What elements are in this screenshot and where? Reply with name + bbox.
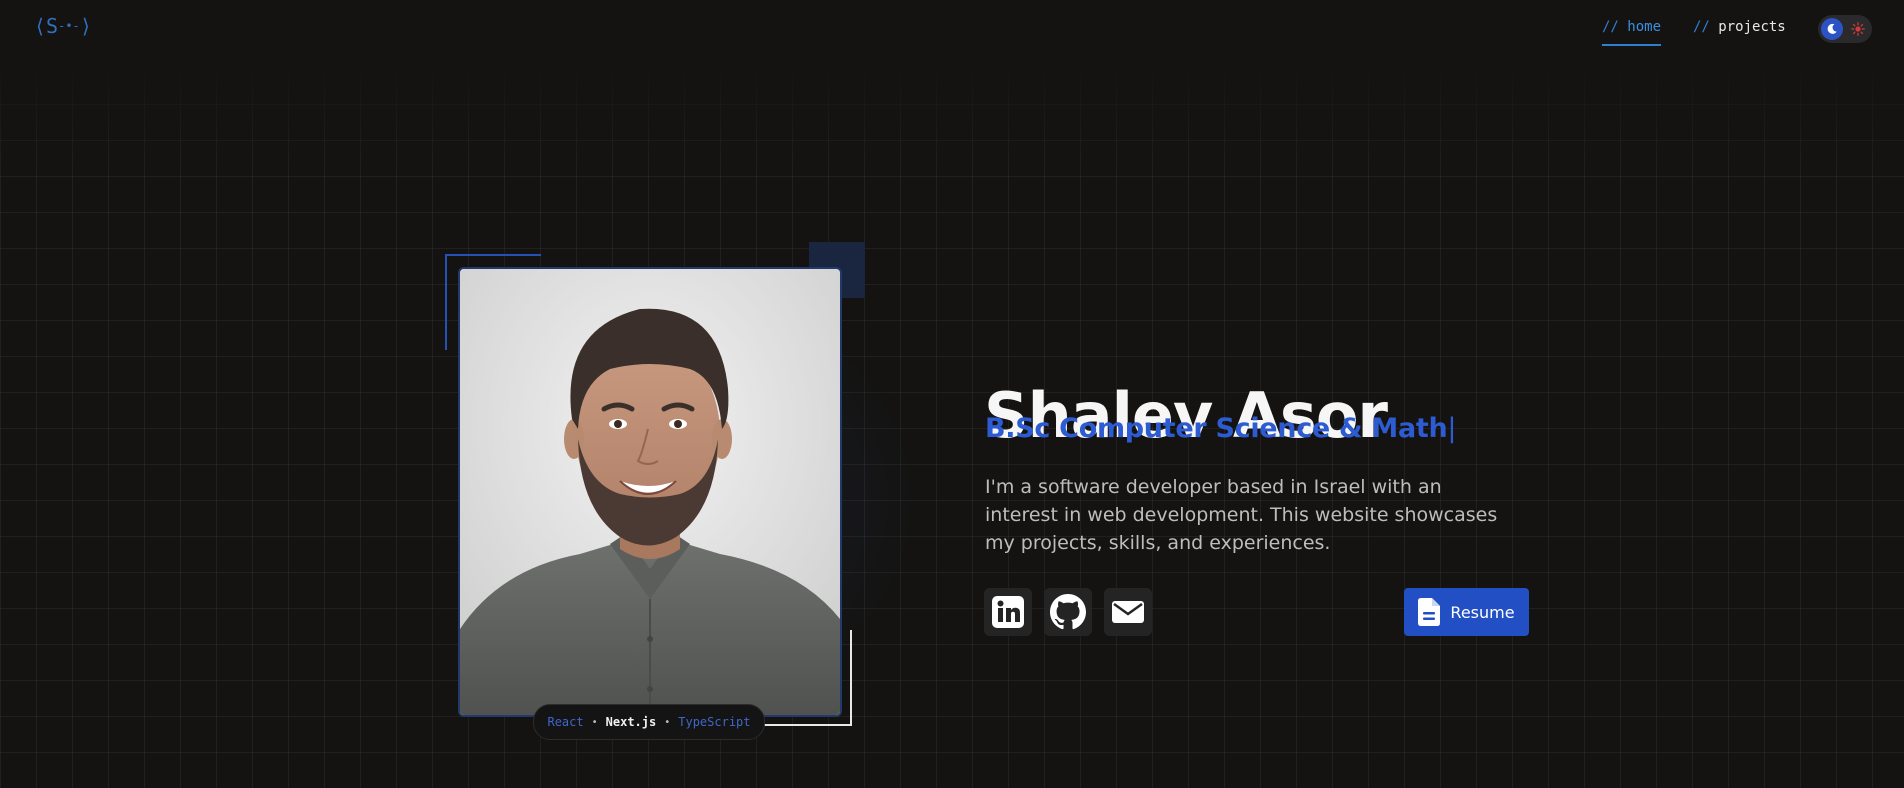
email-button[interactable]: [1104, 588, 1152, 636]
portrait-illustration: [460, 269, 840, 715]
resume-button[interactable]: Resume: [1404, 588, 1529, 636]
moon-icon: [1827, 23, 1837, 34]
frame-accent-right: [850, 630, 852, 726]
site-logo[interactable]: ⟨S-•-⟩: [34, 14, 92, 38]
hero-subtitle: B.Sc Computer Science & Math|: [985, 412, 1456, 446]
tech-separator: •: [591, 716, 598, 728]
subtitle-text: B.Sc Computer Science & Math: [985, 413, 1448, 444]
document-icon: [1418, 598, 1441, 626]
nav-label-home: home: [1627, 19, 1662, 35]
logo-mid: -•-: [58, 19, 80, 33]
frame-accent-top: [445, 254, 541, 256]
typing-cursor: |: [1447, 413, 1457, 444]
linkedin-icon: [992, 596, 1024, 628]
nav-prefix: //: [1693, 19, 1710, 35]
mail-icon: [1112, 601, 1144, 623]
tech-nextjs: Next.js: [605, 715, 657, 729]
linkedin-button[interactable]: [984, 588, 1032, 636]
tech-stack-pill: React • Next.js • TypeScript: [533, 704, 765, 740]
github-icon: [1050, 594, 1086, 630]
theme-toggle[interactable]: [1818, 15, 1872, 43]
toggle-knob: [1821, 18, 1843, 40]
site-header: ⟨S-•-⟩ // home // projects: [0, 0, 1904, 58]
frame-accent-bottom: [756, 724, 852, 726]
frame-accent-left: [445, 254, 447, 350]
tech-typescript: TypeScript: [678, 715, 751, 729]
hero-bio: I'm a software developer based in Israel…: [985, 476, 1498, 554]
grid-fade: [0, 60, 1904, 180]
profile-photo: [458, 267, 842, 717]
sun-icon: [1851, 22, 1865, 36]
tech-react: React: [547, 715, 584, 729]
tech-separator: •: [664, 716, 671, 728]
resume-label: Resume: [1450, 602, 1515, 622]
github-button[interactable]: [1044, 588, 1092, 636]
logo-right: ⟩: [79, 14, 92, 38]
logo-left: ⟨S: [34, 14, 59, 38]
nav-link-projects[interactable]: // projects: [1693, 19, 1786, 35]
nav-link-home[interactable]: // home: [1602, 19, 1662, 46]
nav-prefix: //: [1602, 19, 1619, 35]
nav-label-projects: projects: [1718, 19, 1786, 35]
